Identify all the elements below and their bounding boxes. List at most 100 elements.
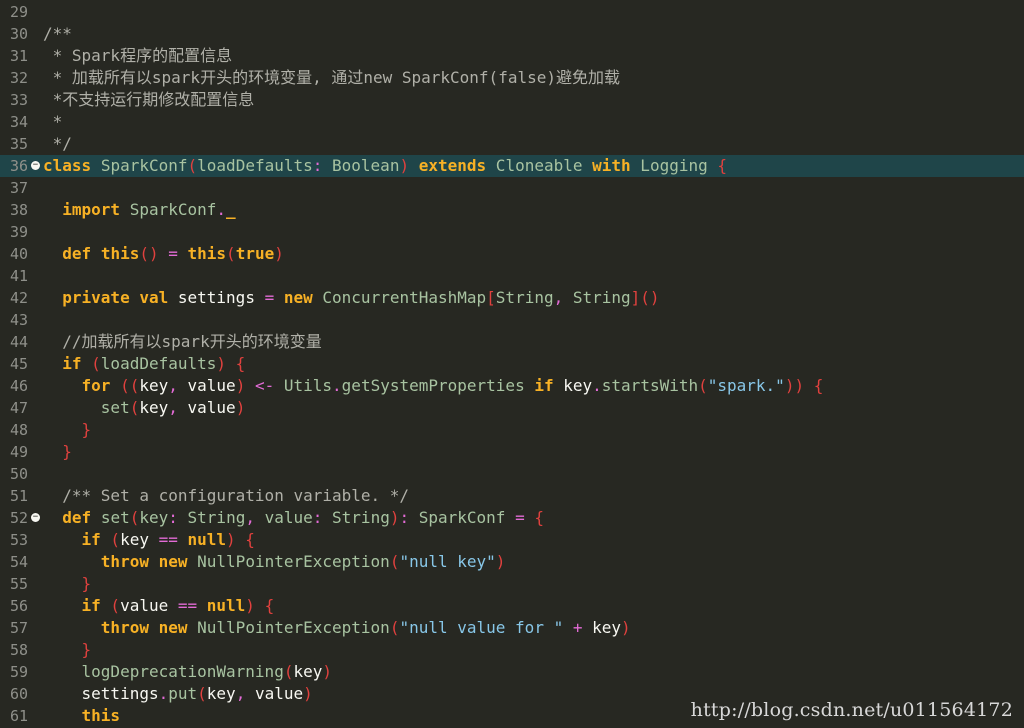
- code-token: key: [139, 376, 169, 395]
- code-token: startsWith: [601, 376, 699, 395]
- code-token: }: [81, 574, 92, 593]
- code-token: throw: [100, 618, 149, 637]
- code-line[interactable]: 45 if (loadDefaults) {: [0, 353, 1024, 375]
- code-line[interactable]: 57 throw new NullPointerException("null …: [0, 617, 1024, 639]
- code-line[interactable]: 48 }: [0, 419, 1024, 441]
- code-lines[interactable]: 29 30/** 31 * Spark程序的配置信息 32 * 加载所有以spark开…: [0, 1, 1024, 727]
- line-number: 38: [10, 201, 29, 219]
- code-line[interactable]: 53 if (key == null) {: [0, 529, 1024, 551]
- code-token: extends: [418, 156, 487, 175]
- code-line[interactable]: 33 *不支持运行期修改配置信息: [0, 89, 1024, 111]
- code-token: SparkConf: [120, 200, 217, 219]
- code-line[interactable]: 55 }: [0, 573, 1024, 595]
- code-token: set: [100, 398, 130, 417]
- code-token: new: [158, 618, 188, 637]
- code-token: String: [572, 288, 631, 307]
- code-line[interactable]: 56 if (value == null) {: [0, 595, 1024, 617]
- code-token: * Spark程序的配置信息: [43, 46, 233, 65]
- code-token: ,: [553, 288, 573, 307]
- code-line[interactable]: 36− class SparkConf(loadDefaults: Boolean…: [0, 155, 1024, 177]
- code-token: getSystemProperties: [341, 376, 525, 395]
- line-number: 58: [10, 641, 29, 659]
- code-line[interactable]: 38 import SparkConf._: [0, 199, 1024, 221]
- code-line[interactable]: 30 /**: [0, 23, 1024, 45]
- fold-marker-icon[interactable]: −: [31, 513, 40, 522]
- line-number: 41: [10, 267, 29, 285]
- code-token: }: [81, 420, 92, 439]
- code-line[interactable]: 37: [0, 177, 1024, 199]
- code-line[interactable]: 49 }: [0, 441, 1024, 463]
- code-token: //加载所有以spark开头的环境变量: [43, 332, 322, 351]
- code-line[interactable]: 43: [0, 309, 1024, 331]
- code-token: ,: [235, 684, 255, 703]
- code-line[interactable]: 35 */: [0, 133, 1024, 155]
- code-token: this: [100, 244, 140, 263]
- code-token: }: [81, 640, 92, 659]
- line-number: 56: [10, 597, 29, 615]
- code-line[interactable]: 42 private val settings = new Concurrent…: [0, 287, 1024, 309]
- code-token: (: [389, 552, 400, 571]
- code-token: }: [62, 442, 72, 461]
- code-line[interactable]: 44 //加载所有以spark开头的环境变量: [0, 331, 1024, 353]
- code-line[interactable]: 29: [0, 1, 1024, 23]
- code-line[interactable]: 58 }: [0, 639, 1024, 661]
- line-code: }: [43, 573, 92, 595]
- code-token: ,: [245, 508, 265, 527]
- code-token: :: [312, 508, 333, 527]
- line-code: *不支持运行期修改配置信息: [43, 89, 255, 111]
- code-token: NullPointerException: [187, 618, 390, 637]
- line-code: /** Set a configuration variable. */: [43, 485, 409, 507]
- code-line[interactable]: 46 for ((key, value) <- Utils.getSystemP…: [0, 375, 1024, 397]
- code-token: SparkConf: [418, 508, 506, 527]
- code-line[interactable]: 52− def set(key: String, value: String):…: [0, 507, 1024, 529]
- line-number: 33: [10, 91, 29, 109]
- code-token: key: [120, 530, 149, 549]
- code-token: "null key": [399, 552, 496, 571]
- code-token: key: [592, 618, 622, 637]
- fold-marker-icon[interactable]: −: [31, 161, 40, 170]
- code-token: String: [332, 508, 390, 527]
- code-token: ): [322, 662, 333, 681]
- code-line[interactable]: 54 throw new NullPointerException("null …: [0, 551, 1024, 573]
- code-line[interactable]: 40 def this() = this(true): [0, 243, 1024, 265]
- code-token: (: [81, 354, 101, 373]
- code-token: private: [62, 288, 130, 307]
- code-line[interactable]: 31 * Spark程序的配置信息: [0, 45, 1024, 67]
- line-code: logDeprecationWarning(key): [43, 661, 332, 683]
- code-line[interactable]: 41: [0, 265, 1024, 287]
- code-token: =: [158, 244, 188, 263]
- line-code: }: [43, 639, 92, 661]
- code-line[interactable]: 32 * 加载所有以spark开头的环境变量, 通过new SparkConf(…: [0, 67, 1024, 89]
- code-line[interactable]: 50: [0, 463, 1024, 485]
- code-token: (: [129, 398, 140, 417]
- code-token: ==: [168, 596, 207, 615]
- code-line[interactable]: 59 logDeprecationWarning(key): [0, 661, 1024, 683]
- line-code: * Spark程序的配置信息: [43, 45, 232, 67]
- code-token: ConcurrentHashMap: [312, 288, 487, 307]
- code-editor[interactable]: 29 30/** 31 * Spark程序的配置信息 32 * 加载所有以spark开…: [0, 0, 1024, 728]
- code-line[interactable]: 47 set(key, value): [0, 397, 1024, 419]
- code-token: ==: [148, 530, 188, 549]
- code-line[interactable]: 34 *: [0, 111, 1024, 133]
- line-number: 31: [10, 47, 29, 65]
- line-code: * 加载所有以spark开头的环境变量, 通过new SparkConf(fal…: [43, 67, 620, 89]
- code-token: def: [62, 244, 92, 263]
- code-token: String: [187, 508, 246, 527]
- code-token: (: [187, 156, 198, 175]
- code-token: (: [129, 508, 140, 527]
- code-line[interactable]: 51 /** Set a configuration variable. */: [0, 485, 1024, 507]
- line-code: }: [43, 419, 92, 441]
- code-line[interactable]: 39: [0, 221, 1024, 243]
- line-number: 48: [10, 421, 29, 439]
- line-number: 61: [10, 707, 29, 725]
